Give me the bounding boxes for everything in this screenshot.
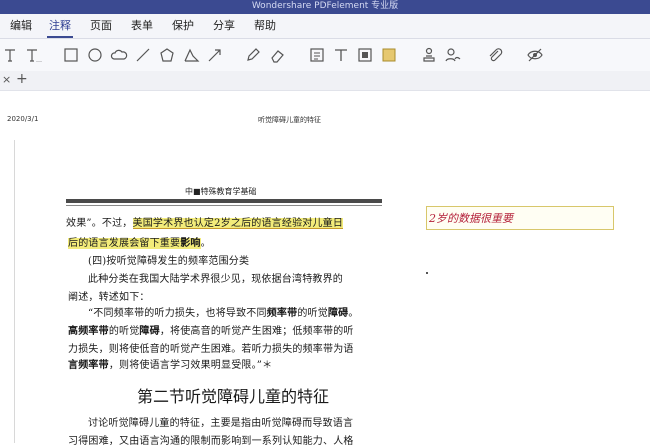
bold-text: 障碍 — [327, 308, 349, 319]
text-line: 力损失，则将使低音的听觉产生困难。若听力损失的频率带为语 — [68, 344, 354, 355]
bold-text: 高频率带 — [68, 326, 109, 337]
text-run: 的听觉 — [108, 326, 140, 337]
callout-icon[interactable] — [330, 45, 352, 65]
bold-text: 频率带 — [266, 308, 298, 319]
text-comment-box[interactable]: 2岁的数据很重要 — [426, 206, 614, 230]
text-run: 效果”。不过， — [66, 218, 133, 229]
text-line: “不同频率带的听力损失，也将导致不同频率带的听觉障碍。 — [88, 304, 359, 319]
text-line: 习得困难，又由语言沟通的限制而影响到一系列认知能力、人格 — [68, 436, 354, 447]
menu-item-annotate[interactable]: 注释 — [47, 17, 73, 38]
rectangle-icon[interactable] — [60, 45, 82, 65]
menu-bar: 编辑 注释 页面 表单 保护 分享 帮助 — [0, 14, 650, 39]
text-field-icon[interactable] — [354, 45, 376, 65]
text-line: 阐述，转述如下： — [68, 292, 150, 303]
book-header-rule — [66, 199, 382, 203]
page-header-title: 听觉障碍儿童的特征 — [258, 116, 321, 124]
note-icon[interactable] — [378, 45, 400, 65]
text-line: 效果”。不过，美国学术界也认定2岁之后的语言经验对儿童日 — [66, 214, 344, 229]
signature-icon[interactable] — [442, 45, 464, 65]
document-tab-strip: × + — [0, 71, 650, 91]
text-run: ，将使高音的听觉产生困难；低频率带的听 — [159, 326, 354, 337]
text-box-icon[interactable] — [306, 45, 328, 65]
book-header-rule-thin — [66, 205, 382, 206]
text-line: 言频率带，则将使语言学习效果明显受限。”＊ — [68, 356, 272, 371]
text-run: 的听觉 — [297, 308, 328, 319]
page-edge — [14, 140, 15, 443]
menu-item-help[interactable]: 帮助 — [252, 17, 278, 35]
stamp-icon[interactable] — [418, 45, 440, 65]
text-run: 。 — [348, 308, 359, 319]
book-header: 中■特殊教育学基础 — [185, 187, 257, 196]
highlighted-text[interactable]: 美国学术界也认定2岁之后的语言经验对儿童日 — [132, 218, 344, 229]
hide-annotations-icon[interactable] — [524, 45, 546, 65]
bold-text: 障碍 — [139, 326, 160, 337]
menu-item-form[interactable]: 表单 — [129, 17, 155, 35]
text-line: 后的语言发展会留下重要影响。 — [68, 234, 211, 249]
page-header-date: 2020/3/1 — [7, 115, 39, 123]
text-line: 讨论听觉障碍儿童的特征，主要是指由听觉障碍而导致语言 — [88, 418, 354, 429]
comment-text[interactable]: 2岁的数据很重要 — [429, 210, 513, 226]
menu-item-edit[interactable]: 编辑 — [8, 17, 34, 35]
eraser-icon[interactable] — [266, 45, 288, 65]
text-line: (四)按听觉障碍发生的频率范围分类 — [88, 256, 250, 267]
window-title: Wondershare PDFelement 专业版 — [251, 1, 399, 11]
typewriter-text-icon[interactable]: … — [22, 45, 44, 65]
arrow-icon[interactable] — [204, 45, 226, 65]
window-titlebar: Wondershare PDFelement 专业版 — [0, 0, 650, 14]
section-title: 第二节听觉障碍儿童的特征 — [137, 387, 330, 406]
polygon-icon[interactable] — [156, 45, 178, 65]
line-icon[interactable] — [132, 45, 154, 65]
annotation-toolbar: … — [0, 39, 650, 71]
text-line: 此种分类在我国大陆学术界很少见，现依据台湾特教界的 — [88, 274, 343, 285]
tab-close-button[interactable]: × — [2, 73, 11, 86]
text-run: ，则将使语言学习效果明显受限。”＊ — [108, 360, 273, 371]
polyline-icon[interactable] — [180, 45, 202, 65]
text-line: 高频率带的听觉障碍，将使高音的听觉产生困难；低频率带的听 — [68, 322, 354, 337]
bold-text: 言频率带 — [68, 360, 109, 371]
highlighted-text-bold[interactable]: 影响 — [180, 238, 201, 249]
pencil-icon[interactable] — [242, 45, 264, 65]
cloud-icon[interactable] — [108, 45, 130, 65]
menu-item-share[interactable]: 分享 — [211, 17, 237, 35]
menu-item-protect[interactable]: 保护 — [170, 17, 196, 35]
text-icon[interactable] — [0, 45, 22, 65]
cursor-dot — [426, 272, 428, 274]
attachment-icon[interactable] — [484, 45, 506, 65]
oval-icon[interactable] — [84, 45, 106, 65]
text-run: 。 — [200, 238, 211, 249]
menu-item-page[interactable]: 页面 — [88, 17, 114, 35]
tab-add-button[interactable]: + — [16, 71, 28, 87]
highlighted-text[interactable]: 后的语言发展会留下重要 — [68, 238, 181, 249]
svg-text:…: … — [36, 57, 42, 64]
text-run: “不同频率带的听力损失，也将导致不同 — [88, 308, 267, 319]
